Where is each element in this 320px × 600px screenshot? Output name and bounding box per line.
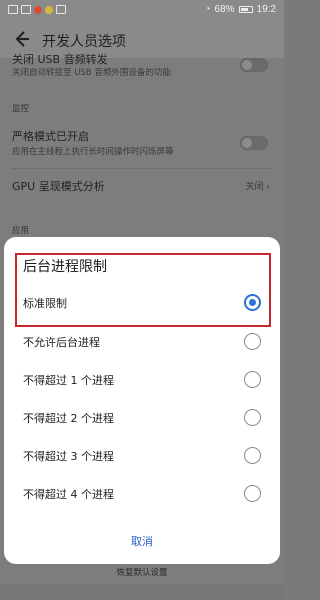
radio-icon[interactable] bbox=[244, 485, 261, 502]
option-label: 标准限制 bbox=[23, 297, 67, 310]
status-right: ◔ 68% 19:2 bbox=[204, 4, 276, 15]
radio-icon[interactable] bbox=[244, 371, 261, 388]
app-icon bbox=[45, 5, 53, 14]
navigation-bar bbox=[0, 584, 284, 600]
usb-audio-toggle[interactable] bbox=[240, 58, 268, 72]
strict-mode-title: 严格模式已开启 bbox=[12, 130, 89, 143]
radio-selected-icon[interactable] bbox=[244, 294, 261, 311]
option-max-4[interactable]: 不得超过 4 个进程 bbox=[4, 475, 280, 513]
battery-percent: 68% bbox=[214, 4, 235, 15]
option-no-background[interactable]: 不允许后台进程 bbox=[4, 323, 280, 361]
tiktok-icon bbox=[56, 5, 66, 14]
page-title: 开发人员选项 bbox=[42, 34, 126, 50]
cancel-button[interactable]: 取消 bbox=[104, 529, 180, 555]
option-label: 不允许后台进程 bbox=[23, 336, 100, 349]
clock: 19:2 bbox=[256, 4, 276, 15]
option-standard-limit[interactable]: 标准限制 bbox=[4, 284, 280, 322]
chevron-right-icon: › bbox=[266, 182, 270, 192]
option-max-2[interactable]: 不得超过 2 个进程 bbox=[4, 399, 280, 437]
option-max-3[interactable]: 不得超过 3 个进程 bbox=[4, 437, 280, 475]
gpu-profiling-title: GPU 呈现模式分析 bbox=[12, 180, 105, 193]
option-label: 不得超过 1 个进程 bbox=[23, 374, 114, 387]
battery-icon bbox=[238, 6, 253, 13]
news-icon bbox=[34, 5, 42, 14]
divider bbox=[12, 168, 272, 169]
gpu-profiling-value: 关闭 › bbox=[245, 182, 271, 192]
option-label: 不得超过 3 个进程 bbox=[23, 450, 114, 463]
weibo-icon bbox=[21, 5, 31, 14]
monitoring-section-header: 监控 bbox=[12, 104, 30, 114]
background-process-limit-dialog: 后台进程限制 标准限制 不允许后台进程 不得超过 1 个进程 不得超过 2 个进… bbox=[4, 237, 280, 564]
notification-icons bbox=[8, 5, 66, 14]
back-arrow-icon[interactable] bbox=[10, 28, 32, 50]
usb-audio-title: 关闭 USB 音频转发 bbox=[12, 53, 108, 66]
radio-icon[interactable] bbox=[244, 333, 261, 350]
radio-icon[interactable] bbox=[244, 409, 261, 426]
apps-section-header: 应用 bbox=[12, 226, 30, 236]
restore-defaults-button[interactable]: 恢复默认设置 bbox=[0, 566, 284, 578]
option-label: 不得超过 4 个进程 bbox=[23, 488, 114, 501]
gpu-profiling-row[interactable]: GPU 呈现模式分析 关闭 › bbox=[0, 176, 284, 196]
status-bar: ◔ 68% 19:2 bbox=[0, 0, 284, 22]
dialog-title: 后台进程限制 bbox=[23, 259, 107, 275]
strict-mode-toggle[interactable] bbox=[240, 136, 268, 150]
option-label: 不得超过 2 个进程 bbox=[23, 412, 114, 425]
strict-mode-subtitle: 应用在主线程上执行长时间操作时闪烁屏幕 bbox=[12, 147, 174, 157]
usb-audio-row[interactable]: 关闭 USB 音频转发 关闭自动转接至 USB 音频外围设备的功能 bbox=[0, 53, 284, 88]
sim-icon bbox=[8, 5, 18, 14]
wifi-icon: ◔ bbox=[204, 4, 211, 15]
strict-mode-row[interactable]: 严格模式已开启 应用在主线程上执行长时间操作时闪烁屏幕 bbox=[0, 128, 284, 164]
option-max-1[interactable]: 不得超过 1 个进程 bbox=[4, 361, 280, 399]
radio-icon[interactable] bbox=[244, 447, 261, 464]
usb-audio-subtitle: 关闭自动转接至 USB 音频外围设备的功能 bbox=[12, 68, 171, 78]
